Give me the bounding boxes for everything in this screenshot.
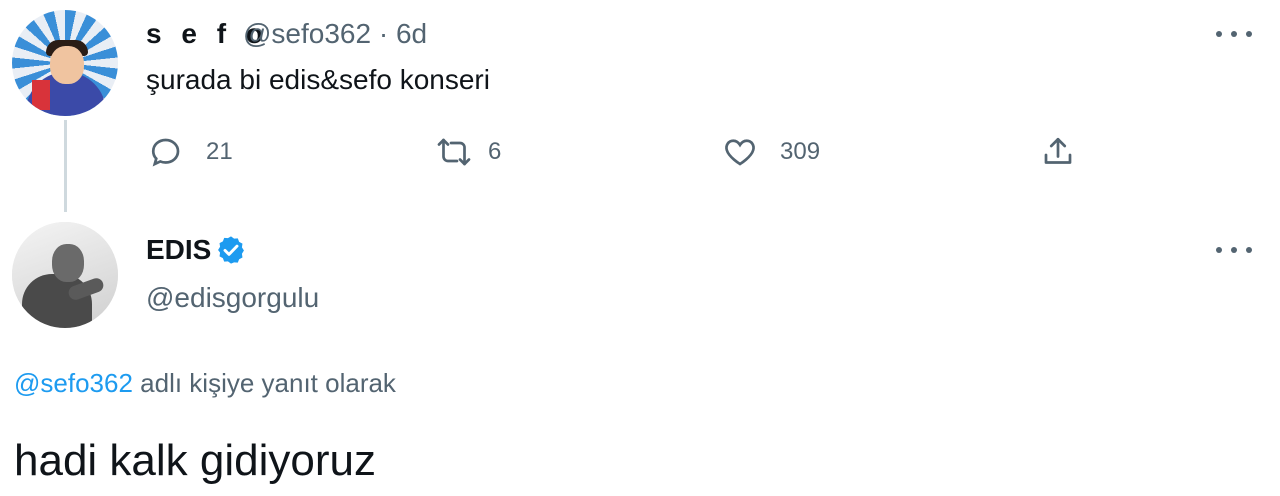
- share-icon: [1044, 137, 1072, 164]
- avatar-face: [50, 46, 84, 84]
- thread-connector: [64, 120, 67, 212]
- retweet-icon: [437, 138, 471, 166]
- display-name[interactable]: EDIS: [146, 234, 211, 266]
- retweet-count: 6: [488, 138, 502, 165]
- handle-and-time: @sefo362 · 6d: [243, 18, 427, 50]
- reply-count: 21: [206, 138, 233, 165]
- reply-context-text: adlı kişiye yanıt olarak: [132, 368, 396, 398]
- avatar-head: [52, 244, 84, 282]
- tweet-thread: s e f o @sefo362 · 6d şurada bi edis&sef…: [0, 0, 1280, 496]
- handle[interactable]: @sefo362: [243, 18, 371, 49]
- like-count: 309: [780, 138, 821, 165]
- avatar-sefo[interactable]: [12, 10, 118, 116]
- more-icon[interactable]: [1216, 24, 1252, 44]
- tweet-text: şurada bi edis&sefo konseri: [146, 64, 490, 95]
- avatar-edis[interactable]: [12, 222, 118, 328]
- retweet-button[interactable]: 6: [436, 134, 501, 170]
- timestamp[interactable]: 6d: [396, 18, 427, 49]
- like-icon: [725, 139, 755, 166]
- more-icon[interactable]: [1216, 240, 1252, 260]
- like-button[interactable]: 309: [722, 134, 820, 170]
- separator: ·: [378, 18, 389, 49]
- share-button[interactable]: [1040, 134, 1076, 170]
- avatar-stripe: [32, 80, 50, 110]
- display-name-row[interactable]: EDIS: [146, 234, 247, 266]
- tweet-text: hadi kalk gidiyoruz: [14, 436, 376, 485]
- reply-context: @sefo362 adlı kişiye yanıt olarak: [14, 368, 396, 399]
- handle[interactable]: @edisgorgulu: [146, 282, 319, 314]
- reply-mention-link[interactable]: @sefo362: [14, 368, 133, 398]
- reply-button[interactable]: 21: [148, 134, 233, 170]
- reply-icon: [151, 138, 180, 167]
- verified-badge-icon: [218, 236, 245, 264]
